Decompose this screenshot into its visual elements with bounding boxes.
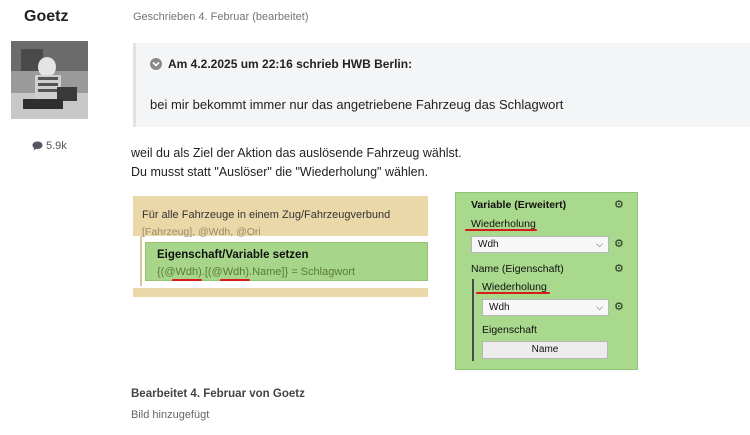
quote-text: bei mir bekommt immer nur das angetriebe… [150, 97, 564, 112]
quote-header[interactable]: Am 4.2.2025 um 22:16 schrieb HWB Berlin: [150, 57, 412, 71]
loop-title: Für alle Fahrzeuge in einem Zug/Fahrzeug… [142, 209, 391, 221]
reaction-count-value: 5.9k [46, 140, 67, 152]
nesting-rail [472, 279, 474, 361]
loop-stem [140, 236, 142, 286]
gear-icon[interactable]: ⚙ [614, 300, 624, 313]
label-name-property: Name (Eigenschaft) [471, 263, 564, 275]
red-underline [465, 229, 537, 231]
property-name-button[interactable]: Name [482, 341, 608, 359]
repetition-select-nested[interactable]: Wdh ⌵ [482, 299, 609, 316]
gear-icon[interactable]: ⚙ [614, 237, 624, 250]
panel-title: Variable (Erweitert) [471, 199, 567, 211]
action-title: Eigenschaft/Variable setzen [157, 249, 309, 261]
embedded-screenshot[interactable]: Für alle Fahrzeuge in einem Zug/Fahrzeug… [133, 192, 638, 370]
quote-block: Am 4.2.2025 um 22:16 schrieb HWB Berlin:… [133, 43, 750, 127]
properties-panel: Variable (Erweitert) ⚙ Wiederholung Wdh … [455, 192, 638, 370]
edit-reason: Bild hinzugefügt [131, 409, 210, 421]
chevron-down-icon: ⌵ [596, 239, 603, 249]
post-text-line-1: weil du als Ziel der Aktion das auslösen… [131, 146, 462, 160]
repetition-select-value: Wdh [478, 239, 499, 250]
action-params: {(@Wdh).[(@Wdh).Name]} = Schlagwort [157, 266, 356, 278]
red-underline [220, 279, 250, 281]
loop-params: [Fahrzeug], @Wdh, @Ori [142, 226, 261, 238]
label-eigenschaft: Eigenschaft [482, 324, 537, 336]
avatar[interactable] [11, 41, 88, 119]
repetition-select-nested-value: Wdh [489, 302, 510, 313]
loop-block: Für alle Fahrzeuge in einem Zug/Fahrzeug… [133, 196, 428, 238]
repetition-select[interactable]: Wdh ⌵ [471, 236, 609, 253]
red-underline [172, 279, 202, 281]
chevron-down-icon: ⌵ [596, 302, 603, 312]
edited-by: Bearbeitet 4. Februar von Goetz [131, 388, 305, 400]
post-text-line-2: Du musst statt "Auslöser" die "Wiederhol… [131, 165, 429, 179]
chevron-down-icon [150, 58, 162, 70]
action-block: Eigenschaft/Variable setzen {(@Wdh).[(@W… [145, 242, 428, 281]
gear-icon[interactable]: ⚙ [614, 262, 624, 275]
author-name[interactable]: Goetz [24, 8, 68, 26]
gear-icon[interactable]: ⚙ [614, 198, 624, 211]
avatar-photo [11, 41, 88, 119]
quote-header-text: Am 4.2.2025 um 22:16 schrieb HWB Berlin: [168, 57, 413, 71]
speech-bubble-icon [32, 141, 43, 151]
reaction-count[interactable]: 5.9k [32, 140, 67, 152]
red-underline [476, 292, 550, 294]
loop-block-end [133, 288, 428, 297]
post-meta[interactable]: Geschrieben 4. Februar (bearbeitet) [133, 11, 308, 23]
